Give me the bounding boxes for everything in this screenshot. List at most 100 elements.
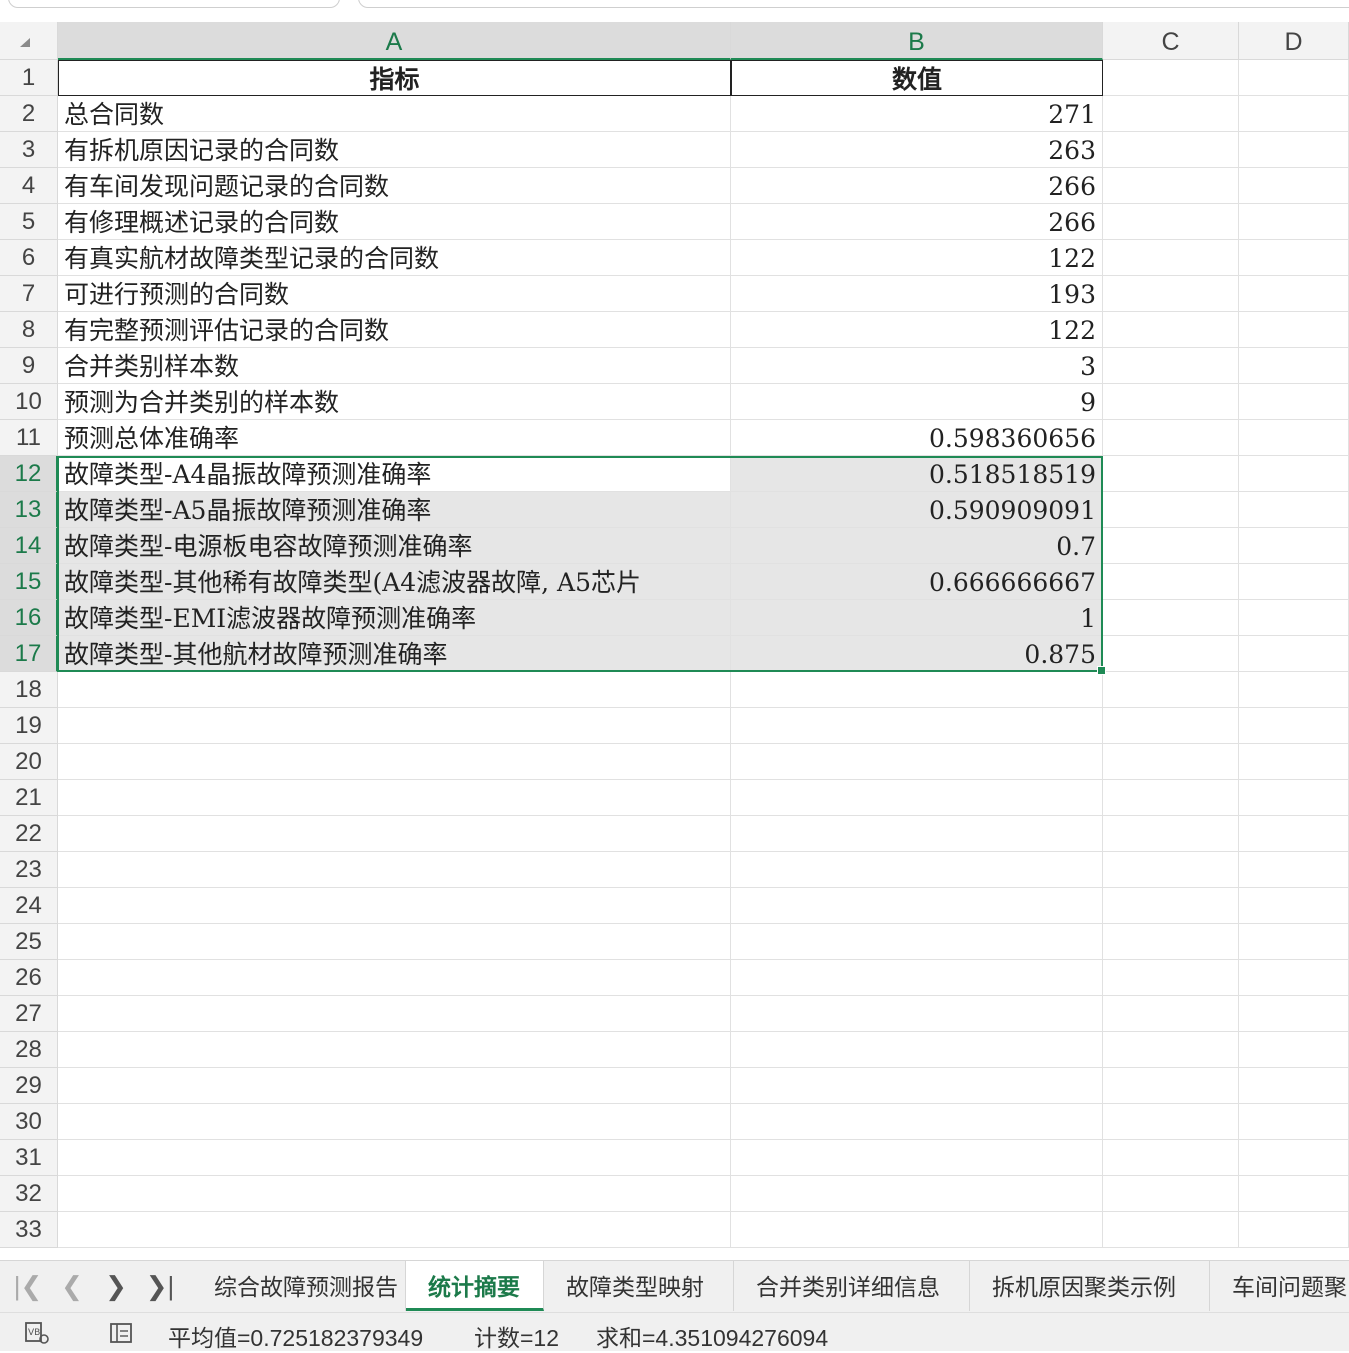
cell-empty-d[interactable] (1239, 204, 1349, 240)
cell-indicator[interactable] (58, 960, 731, 996)
cell-value[interactable]: 266 (731, 204, 1103, 240)
cell-empty-c[interactable] (1103, 240, 1239, 276)
cell-empty-d[interactable] (1239, 708, 1349, 744)
sheet-view-icon[interactable] (108, 1321, 134, 1345)
cell-empty-c[interactable] (1103, 996, 1239, 1032)
row-header[interactable]: 18 (0, 672, 58, 708)
prev-sheet-icon[interactable]: ❮ (54, 1269, 90, 1303)
cell-empty-c[interactable] (1103, 672, 1239, 708)
cell-indicator[interactable]: 故障类型-A5晶振故障预测准确率 (58, 492, 731, 528)
column-header-b[interactable]: B (731, 22, 1103, 60)
cell-empty-c[interactable] (1103, 528, 1239, 564)
cell-value[interactable] (731, 780, 1103, 816)
cell-empty-d[interactable] (1239, 924, 1349, 960)
cell-empty-c[interactable] (1103, 816, 1239, 852)
cell-value[interactable] (731, 1176, 1103, 1212)
row-header[interactable]: 25 (0, 924, 58, 960)
cell-empty-c[interactable] (1103, 600, 1239, 636)
sheet-tab[interactable]: 综合故障预测报告 (192, 1261, 406, 1311)
row-header[interactable]: 2 (0, 96, 58, 132)
cell-value[interactable] (731, 1104, 1103, 1140)
cell-empty-d[interactable] (1239, 420, 1349, 456)
cell-indicator[interactable] (58, 888, 731, 924)
column-header-d[interactable]: D (1239, 22, 1349, 60)
sheet-tab[interactable]: 拆机原因聚类示例 (970, 1261, 1210, 1311)
cell-empty-d[interactable] (1239, 1212, 1349, 1248)
header-cell-indicator[interactable]: 指标 (58, 60, 731, 96)
header-cell-value[interactable]: 数值 (731, 60, 1103, 96)
cell-empty-c[interactable] (1103, 780, 1239, 816)
row-header[interactable]: 15 (0, 564, 58, 600)
cell-empty-d[interactable] (1239, 1032, 1349, 1068)
cell-empty-c[interactable] (1103, 636, 1239, 672)
cell-value[interactable]: 3 (731, 348, 1103, 384)
cell-empty-d[interactable] (1239, 852, 1349, 888)
cell-indicator[interactable] (58, 996, 731, 1032)
row-header[interactable]: 12 (0, 456, 58, 492)
cell-empty-d[interactable] (1239, 996, 1349, 1032)
cell-indicator[interactable]: 有修理概述记录的合同数 (58, 204, 731, 240)
next-sheet-icon[interactable]: ❯ (98, 1269, 134, 1303)
cell-empty-c[interactable] (1103, 1032, 1239, 1068)
cell-empty-c[interactable] (1103, 1140, 1239, 1176)
cell-empty-c[interactable] (1103, 960, 1239, 996)
select-all-corner[interactable] (0, 22, 58, 60)
cell-indicator[interactable] (58, 780, 731, 816)
cell-value[interactable]: 0.7 (731, 528, 1103, 564)
cell-empty-d[interactable] (1239, 384, 1349, 420)
cell-value[interactable]: 193 (731, 276, 1103, 312)
cell-empty-c[interactable] (1103, 348, 1239, 384)
cell-value[interactable] (731, 1212, 1103, 1248)
cell-empty-d[interactable] (1239, 60, 1349, 96)
row-header[interactable]: 23 (0, 852, 58, 888)
cell-empty-c[interactable] (1103, 744, 1239, 780)
cell-indicator[interactable] (58, 1212, 731, 1248)
cell-indicator[interactable]: 故障类型-其他航材故障预测准确率 (58, 636, 731, 672)
row-header[interactable]: 13 (0, 492, 58, 528)
cell-indicator[interactable]: 有真实航材故障类型记录的合同数 (58, 240, 731, 276)
name-box[interactable] (8, 0, 340, 8)
cell-empty-d[interactable] (1239, 600, 1349, 636)
cell-value[interactable]: 0.666666667 (731, 564, 1103, 600)
row-header[interactable]: 27 (0, 996, 58, 1032)
column-header-c[interactable]: C (1103, 22, 1239, 60)
row-header[interactable]: 5 (0, 204, 58, 240)
cell-empty-c[interactable] (1103, 1068, 1239, 1104)
cell-value[interactable] (731, 852, 1103, 888)
cell-empty-d[interactable] (1239, 564, 1349, 600)
row-header[interactable]: 21 (0, 780, 58, 816)
row-header[interactable]: 31 (0, 1140, 58, 1176)
cell-empty-d[interactable] (1239, 1104, 1349, 1140)
cell-indicator[interactable]: 故障类型-EMI滤波器故障预测准确率 (58, 600, 731, 636)
cell-empty-d[interactable] (1239, 528, 1349, 564)
cell-indicator[interactable] (58, 1104, 731, 1140)
cell-value[interactable]: 271 (731, 96, 1103, 132)
sheet-tab[interactable]: 故障类型映射 (544, 1261, 734, 1311)
cell-indicator[interactable]: 预测为合并类别的样本数 (58, 384, 731, 420)
cell-value[interactable] (731, 816, 1103, 852)
cell-value[interactable] (731, 960, 1103, 996)
cell-indicator[interactable]: 合并类别样本数 (58, 348, 731, 384)
cell-empty-c[interactable] (1103, 492, 1239, 528)
cell-empty-d[interactable] (1239, 240, 1349, 276)
cell-empty-c[interactable] (1103, 384, 1239, 420)
row-header[interactable]: 33 (0, 1212, 58, 1248)
cell-empty-c[interactable] (1103, 96, 1239, 132)
cell-indicator[interactable] (58, 1068, 731, 1104)
cell-empty-d[interactable] (1239, 168, 1349, 204)
row-header[interactable]: 8 (0, 312, 58, 348)
cell-value[interactable]: 1 (731, 600, 1103, 636)
cell-value[interactable] (731, 1140, 1103, 1176)
cell-empty-d[interactable] (1239, 132, 1349, 168)
cell-indicator[interactable] (58, 708, 731, 744)
sheet-tab[interactable]: 车间问题聚 (1210, 1261, 1349, 1311)
cell-value[interactable]: 122 (731, 312, 1103, 348)
cell-empty-c[interactable] (1103, 132, 1239, 168)
cell-empty-c[interactable] (1103, 204, 1239, 240)
cell-empty-c[interactable] (1103, 564, 1239, 600)
cell-empty-c[interactable] (1103, 852, 1239, 888)
first-sheet-icon[interactable]: |❮ (10, 1269, 46, 1303)
last-sheet-icon[interactable]: ❯| (142, 1269, 178, 1303)
cell-empty-c[interactable] (1103, 60, 1239, 96)
cell-empty-d[interactable] (1239, 888, 1349, 924)
